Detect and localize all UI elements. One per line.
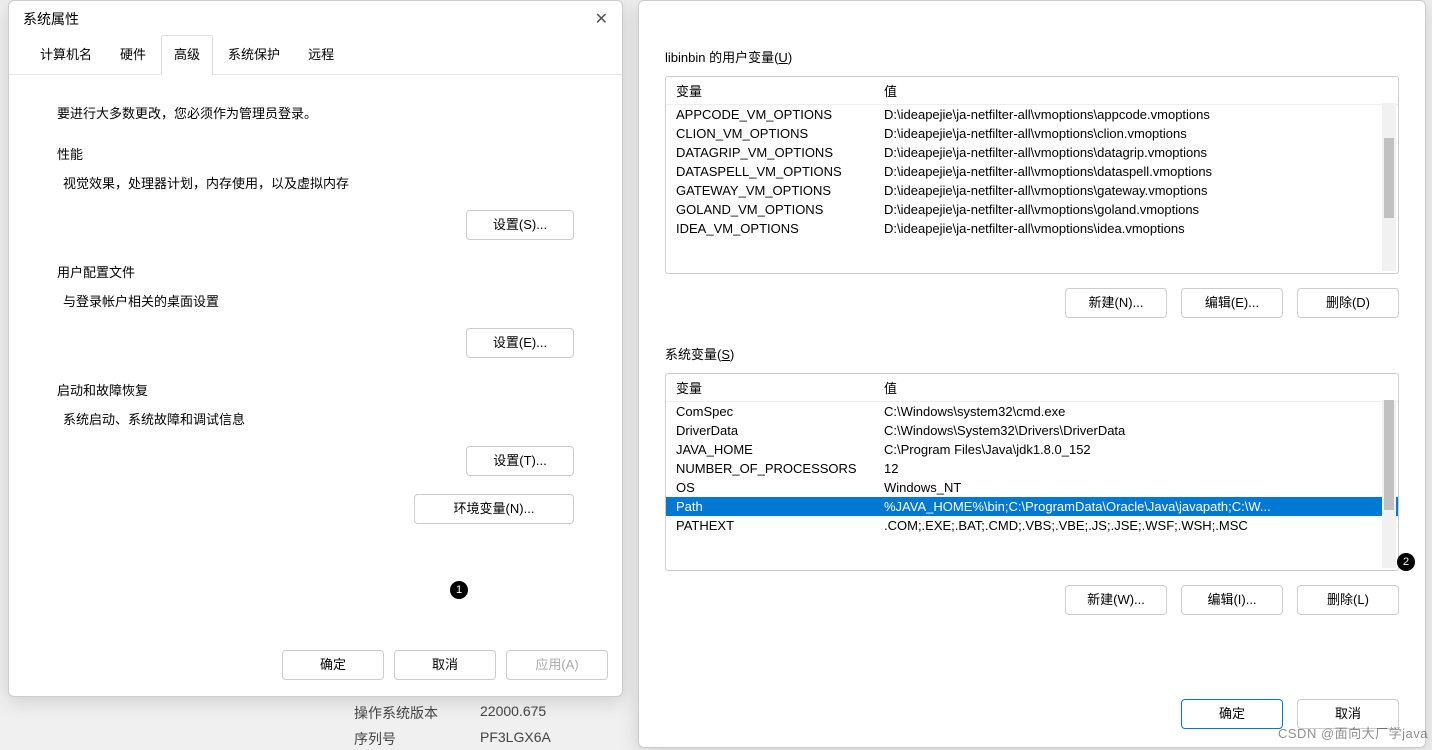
col-header-variable[interactable]: 变量: [666, 378, 882, 397]
startup-title: 启动和故障恢复: [57, 380, 598, 399]
var-value-cell: C:\Windows\System32\Drivers\DriverData: [882, 423, 1398, 438]
var-value-cell: C:\Program Files\Java\jdk1.8.0_152: [882, 442, 1398, 457]
var-name-cell: PATHEXT: [666, 518, 882, 533]
perf-settings-button[interactable]: 设置(S)...: [466, 210, 574, 240]
var-name-cell: GOLAND_VM_OPTIONS: [666, 202, 882, 217]
os-version-value: 22000.675: [480, 703, 546, 719]
sys-title-post: ): [730, 347, 734, 362]
user-title-u: U: [778, 50, 787, 65]
watermark: CSDN @面向大厂学java: [1278, 723, 1428, 742]
var-value-cell: D:\ideapejie\ja-netfilter-all\vmoptions\…: [882, 145, 1398, 160]
sys-scrollbar[interactable]: [1382, 400, 1396, 568]
var-name-cell: ComSpec: [666, 404, 882, 419]
sys-edit-button[interactable]: 编辑(I)...: [1181, 585, 1283, 615]
close-icon[interactable]: ✕: [595, 9, 608, 29]
var-value-cell: 12: [882, 461, 1398, 476]
user-new-button[interactable]: 新建(N)...: [1065, 288, 1167, 318]
sys-title-u: S: [721, 347, 730, 362]
var-name-cell: NUMBER_OF_PROCESSORS: [666, 461, 882, 476]
profiles-settings-button[interactable]: 设置(E)...: [466, 328, 574, 358]
table-row[interactable]: DATASPELL_VM_OPTIONSD:\ideapejie\ja-netf…: [666, 162, 1398, 181]
var-name-cell: OS: [666, 480, 882, 495]
table-row[interactable]: OSWindows_NT: [666, 478, 1398, 497]
var-value-cell: .COM;.EXE;.BAT;.CMD;.VBS;.VBE;.JS;.JSE;.…: [882, 518, 1398, 533]
var-name-cell: APPCODE_VM_OPTIONS: [666, 107, 882, 122]
tab-computer-name[interactable]: 计算机名: [27, 35, 105, 74]
system-properties-dialog: 系统属性 ✕ 计算机名 硬件 高级 系统保护 远程 要进行大多数更改，您必须作为…: [8, 0, 623, 697]
environment-variables-button[interactable]: 环境变量(N)...: [414, 494, 574, 524]
var-value-cell: D:\ideapejie\ja-netfilter-all\vmoptions\…: [882, 107, 1398, 122]
cancel-button[interactable]: 取消: [394, 650, 496, 680]
user-vars-title: libinbin 的用户变量(U): [665, 47, 1399, 66]
var-name-cell: Path: [666, 499, 882, 514]
tab-remote[interactable]: 远程: [295, 35, 347, 74]
var-name-cell: GATEWAY_VM_OPTIONS: [666, 183, 882, 198]
system-vars-listbox[interactable]: 变量 值 ComSpecC:\Windows\system32\cmd.exeD…: [665, 373, 1399, 571]
serial-value: PF3LGX6A: [480, 729, 551, 745]
perf-desc: 视觉效果，处理器计划，内存使用，以及虚拟内存: [63, 173, 598, 192]
var-value-cell: D:\ideapejie\ja-netfilter-all\vmoptions\…: [882, 126, 1398, 141]
table-row[interactable]: GOLAND_VM_OPTIONSD:\ideapejie\ja-netfilt…: [666, 200, 1398, 219]
var-name-cell: DATAGRIP_VM_OPTIONS: [666, 145, 882, 160]
admin-note: 要进行大多数更改，您必须作为管理员登录。: [57, 103, 598, 122]
var-name-cell: JAVA_HOME: [666, 442, 882, 457]
table-row[interactable]: PATHEXT.COM;.EXE;.BAT;.CMD;.VBS;.VBE;.JS…: [666, 516, 1398, 535]
var-name-cell: DATASPELL_VM_OPTIONS: [666, 164, 882, 179]
tab-strip: 计算机名 硬件 高级 系统保护 远程: [9, 35, 622, 75]
system-vars-title: 系统变量(S): [665, 344, 1399, 363]
annotation-badge-2: 2: [1397, 553, 1415, 571]
table-row[interactable]: ComSpecC:\Windows\system32\cmd.exe: [666, 402, 1398, 421]
var-value-cell: C:\Windows\system32\cmd.exe: [882, 404, 1398, 419]
sys-new-button[interactable]: 新建(W)...: [1065, 585, 1167, 615]
profiles-title: 用户配置文件: [57, 262, 598, 281]
var-value-cell: D:\ideapejie\ja-netfilter-all\vmoptions\…: [882, 221, 1398, 236]
col-header-value[interactable]: 值: [882, 81, 1398, 100]
table-row[interactable]: NUMBER_OF_PROCESSORS12: [666, 459, 1398, 478]
table-row[interactable]: Path%JAVA_HOME%\bin;C:\ProgramData\Oracl…: [666, 497, 1398, 516]
sys-title-pre: 系统变量(: [665, 347, 721, 362]
table-row[interactable]: GATEWAY_VM_OPTIONSD:\ideapejie\ja-netfil…: [666, 181, 1398, 200]
user-title-pre: libinbin 的用户变量(: [665, 50, 778, 65]
table-row[interactable]: DATAGRIP_VM_OPTIONSD:\ideapejie\ja-netfi…: [666, 143, 1398, 162]
sys-delete-button[interactable]: 删除(L): [1297, 585, 1399, 615]
user-delete-button[interactable]: 删除(D): [1297, 288, 1399, 318]
profiles-desc: 与登录帐户相关的桌面设置: [63, 291, 598, 310]
user-edit-button[interactable]: 编辑(E)...: [1181, 288, 1283, 318]
col-header-variable[interactable]: 变量: [666, 81, 882, 100]
var-value-cell: D:\ideapejie\ja-netfilter-all\vmoptions\…: [882, 183, 1398, 198]
table-row[interactable]: APPCODE_VM_OPTIONSD:\ideapejie\ja-netfil…: [666, 105, 1398, 124]
var-name-cell: DriverData: [666, 423, 882, 438]
var-value-cell: Windows_NT: [882, 480, 1398, 495]
table-row[interactable]: DriverDataC:\Windows\System32\Drivers\Dr…: [666, 421, 1398, 440]
table-row[interactable]: JAVA_HOMEC:\Program Files\Java\jdk1.8.0_…: [666, 440, 1398, 459]
var-name-cell: IDEA_VM_OPTIONS: [666, 221, 882, 236]
annotation-badge-1: 1: [450, 581, 468, 599]
startup-desc: 系统启动、系统故障和调试信息: [63, 409, 598, 428]
env-ok-button[interactable]: 确定: [1181, 699, 1283, 729]
environment-variables-dialog: libinbin 的用户变量(U) 变量 值 APPCODE_VM_OPTION…: [638, 0, 1426, 748]
table-row[interactable]: CLION_VM_OPTIONSD:\ideapejie\ja-netfilte…: [666, 124, 1398, 143]
dialog-title: 系统属性: [23, 9, 79, 29]
apply-button[interactable]: 应用(A): [506, 650, 608, 680]
table-row[interactable]: IDEA_VM_OPTIONSD:\ideapejie\ja-netfilter…: [666, 219, 1398, 238]
var-value-cell: %JAVA_HOME%\bin;C:\ProgramData\Oracle\Ja…: [882, 499, 1398, 514]
os-version-label: 操作系统版本: [354, 703, 438, 723]
var-value-cell: D:\ideapejie\ja-netfilter-all\vmoptions\…: [882, 164, 1398, 179]
var-value-cell: D:\ideapejie\ja-netfilter-all\vmoptions\…: [882, 202, 1398, 217]
user-vars-listbox[interactable]: 变量 值 APPCODE_VM_OPTIONSD:\ideapejie\ja-n…: [665, 76, 1399, 274]
tab-hardware[interactable]: 硬件: [107, 35, 159, 74]
ok-button[interactable]: 确定: [282, 650, 384, 680]
tab-system-protection[interactable]: 系统保护: [215, 35, 293, 74]
user-scrollbar[interactable]: [1382, 103, 1396, 271]
perf-title: 性能: [57, 144, 598, 163]
col-header-value[interactable]: 值: [882, 378, 1398, 397]
serial-label: 序列号: [354, 729, 396, 749]
user-title-post: ): [788, 50, 792, 65]
tab-advanced[interactable]: 高级: [161, 35, 213, 75]
var-name-cell: CLION_VM_OPTIONS: [666, 126, 882, 141]
startup-settings-button[interactable]: 设置(T)...: [466, 446, 574, 476]
